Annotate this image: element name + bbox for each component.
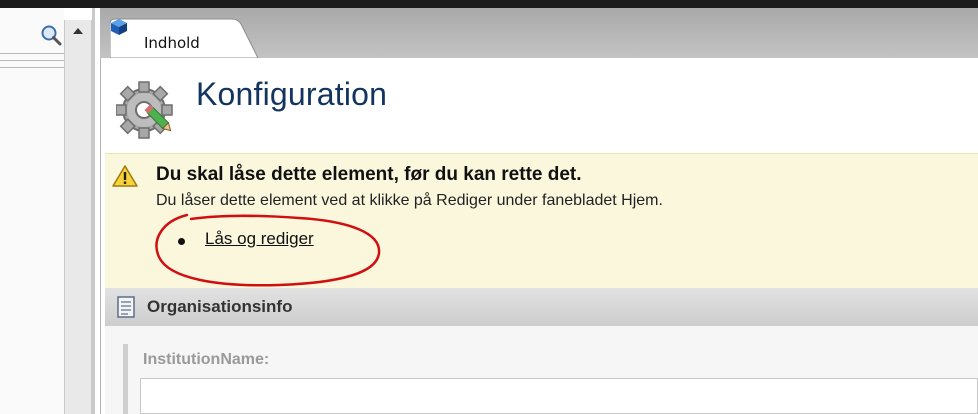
scroll-up-arrow-icon[interactable] [65, 20, 91, 42]
panel-splitter[interactable] [92, 8, 95, 414]
page-title: Konfiguration [196, 76, 388, 112]
content-editor: Konfiguration Du skal låse dette element… [100, 58, 978, 414]
lock-and-edit-link[interactable]: Lås og rediger [205, 229, 314, 249]
document-icon [117, 296, 135, 318]
institution-name-label: InstitutionName: [143, 351, 270, 368]
tab-indhold[interactable]: Indhold [110, 18, 260, 58]
tab-bar: Indhold [100, 8, 978, 58]
tree-divider [0, 67, 64, 68]
section-header-organisationsinfo[interactable]: Organisationsinfo [105, 288, 978, 327]
field-indicator-bar [123, 344, 128, 414]
window-top-edge [0, 0, 978, 8]
warning-description: Du låser dette element ved at klikke på … [156, 192, 663, 209]
tree-divider [0, 53, 64, 54]
search-icon[interactable] [40, 24, 62, 46]
cube-icon [111, 19, 127, 35]
tree-area [0, 8, 64, 414]
tree-divider [0, 60, 64, 61]
institution-name-input[interactable] [140, 378, 978, 414]
warning-title: Du skal låse dette element, før du kan r… [156, 164, 582, 185]
bullet-point [178, 238, 185, 245]
red-annotation-circle [155, 213, 381, 287]
field-group: InstitutionName: [105, 326, 978, 414]
tree-scrollbar[interactable] [64, 20, 92, 414]
tab-label: Indhold [144, 34, 200, 52]
content-tree-panel [0, 8, 100, 414]
warning-icon [112, 165, 138, 187]
section-title: Organisationsinfo [147, 297, 293, 316]
lock-warning-panel: Du skal låse dette element, før du kan r… [105, 153, 978, 291]
content-left-border [100, 58, 101, 414]
gear-pencil-icon [116, 81, 173, 139]
